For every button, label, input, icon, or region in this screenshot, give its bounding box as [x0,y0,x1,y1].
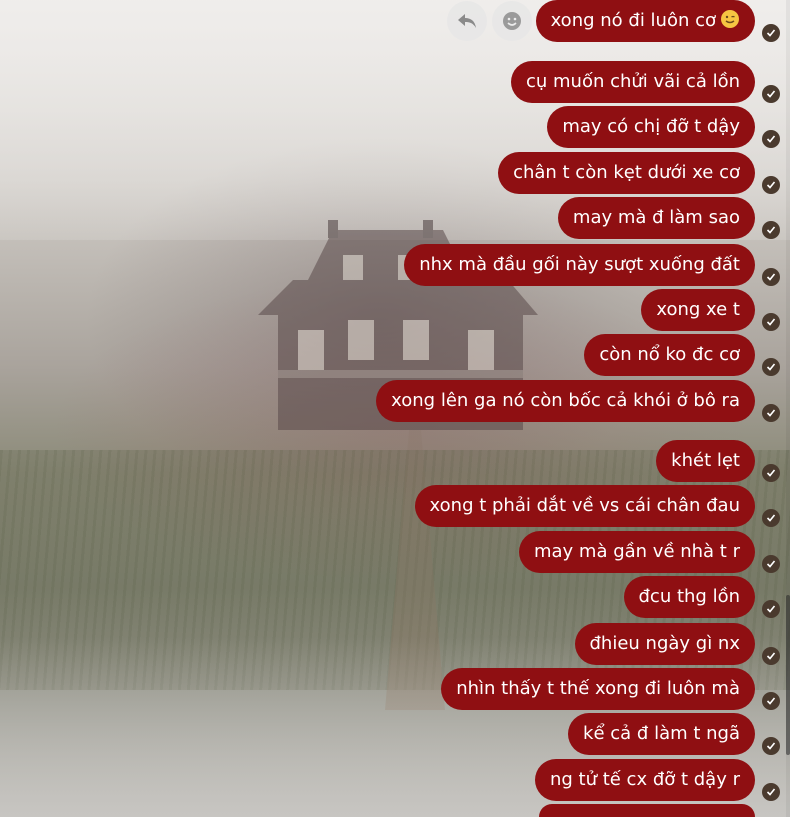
message-bubble[interactable]: kể cả đ làm t ngã [568,713,755,755]
message-text: xong lên ga nó còn bốc cả khói ở bô ra [391,390,740,411]
message-text: còn nổ ko đc cơ [599,344,740,365]
message-text: xong t phải dắt về vs cái chân đau [429,495,740,516]
message-text: ng tử tế cx đỡ t dậy r [549,769,740,790]
seen-check-icon [762,555,780,573]
message-bubble[interactable]: đcu thg lồn [623,576,755,618]
message-bubble[interactable]: chân t còn kẹt dưới xe cơ [498,152,755,194]
message-bubble-partial[interactable] [539,804,755,817]
seen-check-icon [762,176,780,194]
message-text: cụ muốn chửi vãi cả lồn [525,71,740,92]
seen-check-icon [762,600,780,618]
seen-check-icon [762,268,780,286]
message-bubble[interactable]: cụ muốn chửi vãi cả lồn [510,61,755,103]
message-bubble[interactable]: đhieu ngày gì nx [574,623,755,665]
message-bubble[interactable]: khét lẹt [656,440,755,482]
seen-check-icon [762,464,780,482]
smiley-icon [503,12,521,30]
message-bubble[interactable]: may mà đ làm sao [557,197,755,239]
message-text: nhìn thấy t thế xong đi luôn mà [456,678,740,699]
message-text: chân t còn kẹt dưới xe cơ [513,162,740,183]
message-text: xong xe t [656,299,740,320]
message-bubble[interactable]: nhx mà đầu gối này sượt xuống đất [404,244,755,286]
seen-check-icon [762,783,780,801]
message-bubble[interactable]: may mà gần về nhà t r [518,531,755,573]
scrollbar-thumb[interactable] [786,595,790,755]
reply-icon [458,14,476,28]
seen-check-icon [762,509,780,527]
react-button[interactable] [492,1,532,41]
message-text: đhieu ngày gì nx [589,633,741,654]
smile-emoji-icon [721,10,739,28]
message-text: khét lẹt [671,450,740,471]
seen-check-icon [762,24,780,42]
seen-check-icon [762,85,780,103]
message-bubble[interactable]: may có chị đỡ t dậy [547,106,755,148]
seen-check-icon [762,404,780,422]
message-bubble[interactable]: ng tử tế cx đỡ t dậy r [534,759,755,801]
message-bubble[interactable]: còn nổ ko đc cơ [584,334,755,376]
message-bubble[interactable]: xong nó đi luôn cơ [535,0,755,42]
message-text: may mà gần về nhà t r [533,541,740,562]
message-text: đcu thg lồn [638,586,741,607]
message-bubble[interactable]: nhìn thấy t thế xong đi luôn mà [441,668,755,710]
message-bubble[interactable]: xong t phải dắt về vs cái chân đau [414,485,755,527]
reply-button[interactable] [447,1,487,41]
seen-check-icon [762,358,780,376]
message-text: may mà đ làm sao [572,207,740,228]
seen-check-icon [762,647,780,665]
message-bubble[interactable]: xong xe t [641,289,755,331]
seen-check-icon [762,737,780,755]
message-text: nhx mà đầu gối này sượt xuống đất [419,254,740,275]
message-text: may có chị đỡ t dậy [562,116,740,137]
seen-check-icon [762,221,780,239]
seen-check-icon [762,692,780,710]
message-bubble[interactable]: xong lên ga nó còn bốc cả khói ở bô ra [376,380,755,422]
seen-check-icon [762,313,780,331]
message-text: xong nó đi luôn cơ [550,10,716,31]
message-text: kể cả đ làm t ngã [583,723,740,744]
seen-check-icon [762,130,780,148]
